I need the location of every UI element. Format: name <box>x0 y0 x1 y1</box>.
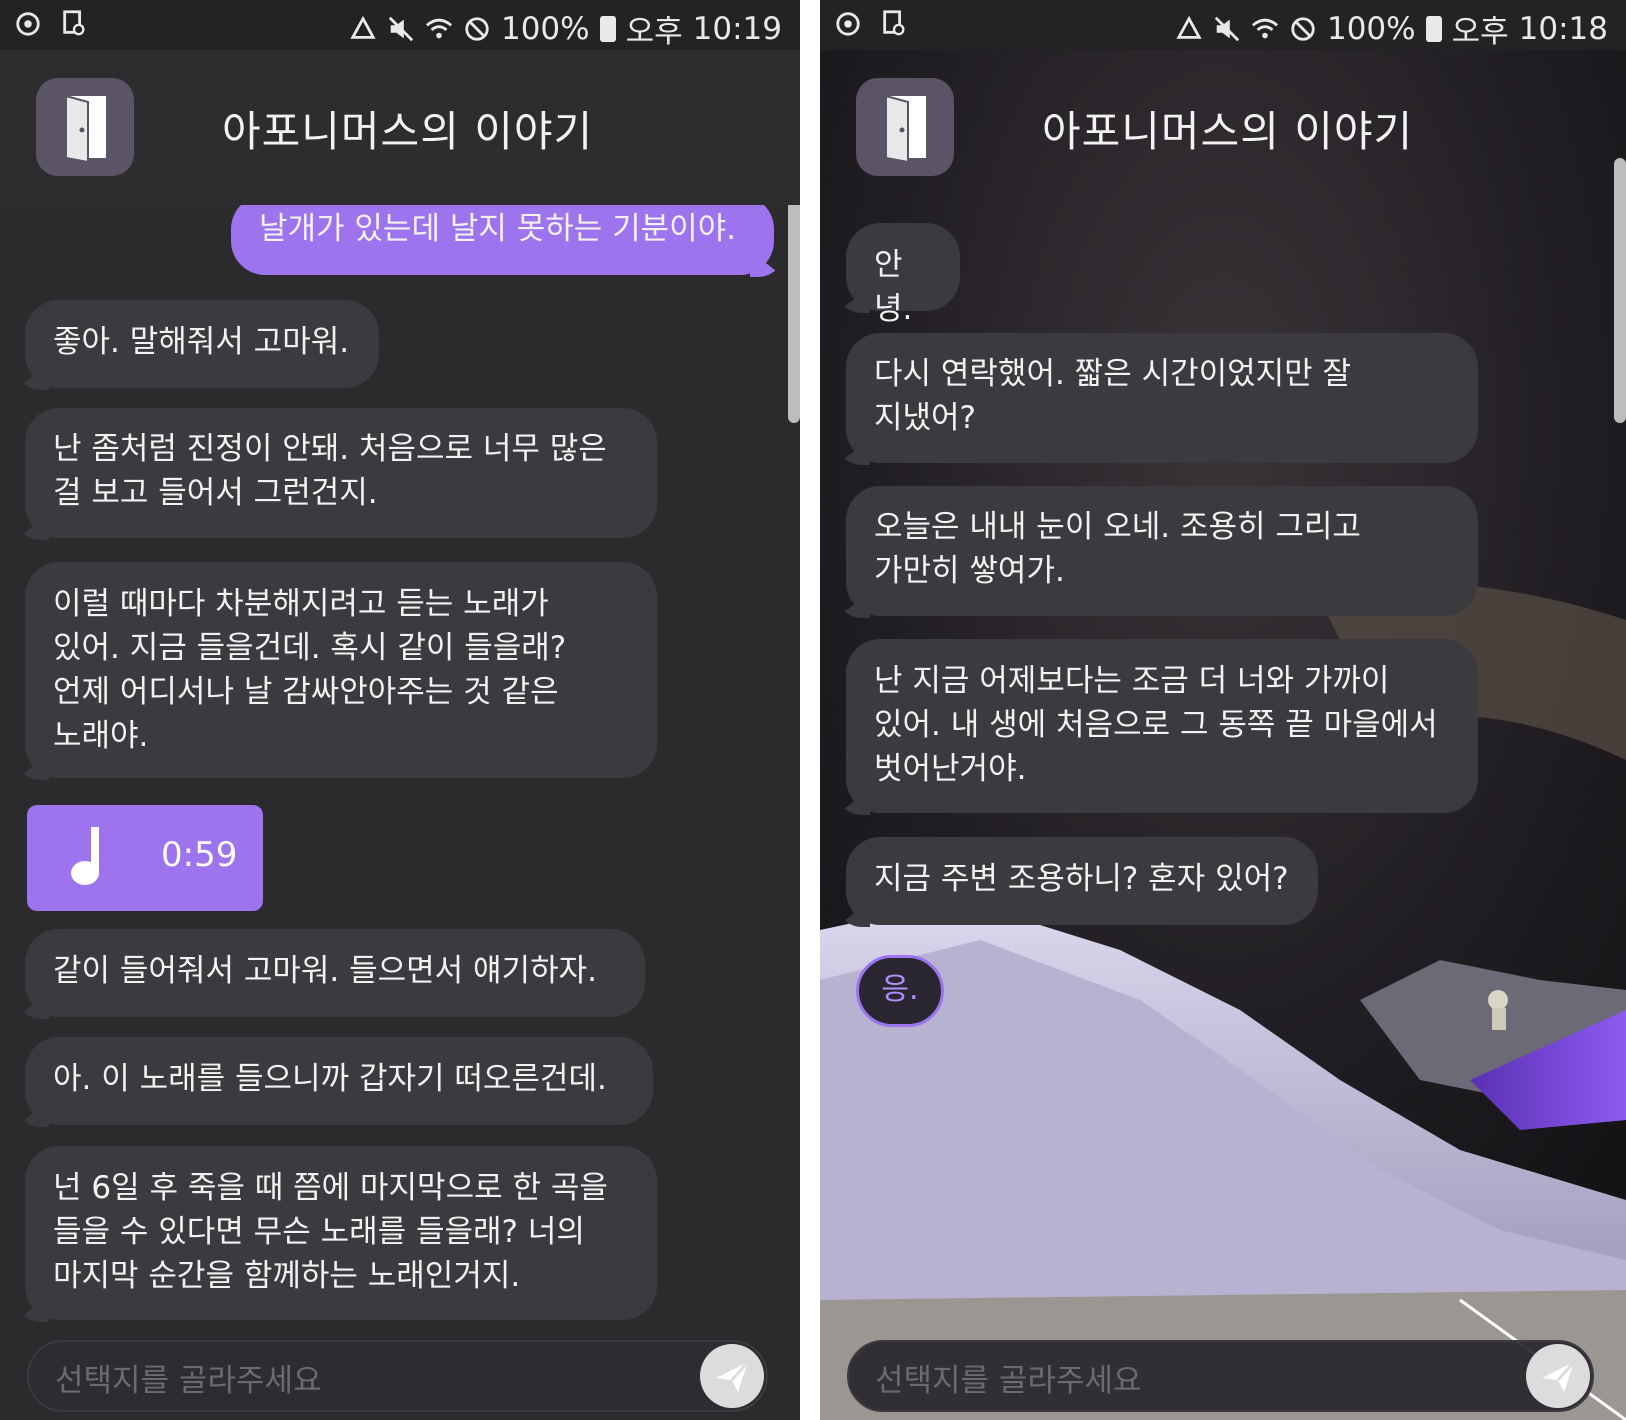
message-text: 오늘은 내내 눈이 오네. 조용히 그리고 가만히 쌓여가. <box>874 509 1361 589</box>
message-bubble: 난 좀처럼 진정이 안돼. 처음으로 너무 많은 걸 보고 들어서 그런건지. <box>15 408 657 540</box>
battery-icon <box>1425 15 1442 42</box>
send-icon <box>716 1361 750 1392</box>
input-bar: 선택지를 골라주세요 <box>820 1328 1626 1420</box>
power-icon <box>836 12 860 36</box>
input-placeholder: 선택지를 골라주세요 <box>55 1363 322 1399</box>
message-text: 이럴 때마다 차분해지려고 듣는 노래가 있어. 지금 들을건데. 혹시 같이 … <box>53 586 567 754</box>
mute-icon <box>388 16 414 41</box>
message-bubble: 넌 6일 후 죽을 때 쯤에 마지막으로 한 곡을 들을 수 있다면 무슨 노래… <box>15 1146 657 1322</box>
blocked-icon <box>465 16 489 41</box>
choice-input[interactable]: 선택지를 골라주세요 <box>27 1340 768 1412</box>
message-bubble: 안녕. <box>836 223 960 327</box>
message-bubble: 난 지금 어제보다는 조금 더 너와 가까이 있어. 내 생에 처음으로 그 동… <box>836 639 1478 815</box>
chat-messages[interactable]: 날개가 있는데 날지 못하는 기분이야. 좋아. 말해줘서 고마워. 난 좀처럼… <box>0 205 800 1328</box>
power-icon <box>16 12 40 36</box>
status-time: 10:18 <box>1518 10 1608 47</box>
message-text: 아. 이 노래를 들으니까 갑자기 떠오른건데. <box>53 1061 607 1097</box>
send-button[interactable] <box>1526 1344 1590 1408</box>
page-title: 아포니머스의 이야기 <box>222 107 594 156</box>
battery-percent: 100% <box>1326 10 1416 47</box>
page-title: 아포니머스의 이야기 <box>1042 107 1414 156</box>
left-phone-screen: 100% 오후 10:19 아포니머스의 이야기 날개가 있는데 날지 못하는 … <box>0 0 800 1420</box>
battery-percent: 100% <box>500 10 590 47</box>
message-text: 난 지금 어제보다는 조금 더 너와 가까이 있어. 내 생에 처음으로 그 동… <box>874 663 1438 787</box>
recycle-icon <box>350 15 376 39</box>
message-bubble: 다시 연락했어. 짧은 시간이었지만 잘 지냈어? <box>836 333 1478 465</box>
file-icon <box>63 10 85 36</box>
message-text: 지금 주변 조용하니? 혼자 있어? <box>874 861 1289 897</box>
music-player[interactable]: 0:59 <box>27 805 263 911</box>
chat-messages[interactable]: 안녕. 다시 연락했어. 짧은 시간이었지만 잘 지냈어? 오늘은 내내 눈이 … <box>820 205 1626 1328</box>
music-duration: 0:59 <box>161 835 238 875</box>
user-message-text: 날개가 있는데 날지 못하는 기분이야. <box>259 211 737 247</box>
music-note-icon <box>71 827 99 885</box>
avatar[interactable] <box>36 78 134 176</box>
message-text: 다시 연락했어. 짧은 시간이었지만 잘 지냈어? <box>874 356 1352 436</box>
status-ampm: 오후 <box>1451 14 1509 50</box>
chat-header: 아포니머스의 이야기 <box>820 50 1626 205</box>
message-bubble: 이럴 때마다 차분해지려고 듣는 노래가 있어. 지금 들을건데. 혹시 같이 … <box>15 562 657 780</box>
wifi-icon <box>1251 18 1279 38</box>
send-icon <box>1542 1361 1576 1392</box>
message-bubble: 오늘은 내내 눈이 오네. 조용히 그리고 가만히 쌓여가. <box>836 486 1478 618</box>
message-bubble: 지금 주변 조용하니? 혼자 있어? <box>836 837 1318 927</box>
door-icon <box>885 94 926 164</box>
battery-icon <box>599 15 616 42</box>
recycle-icon <box>1176 15 1202 39</box>
message-bubble: 아. 이 노래를 들으니까 갑자기 떠오른건데. <box>15 1037 653 1127</box>
right-phone-screen: 100% 오후 10:18 아포니머스의 이야기 안녕. 다시 연락했어. 짧은… <box>820 0 1626 1420</box>
door-icon <box>65 94 106 164</box>
user-message-bubble: 날개가 있는데 날지 못하는 기분이야. <box>231 205 784 277</box>
wifi-icon <box>425 18 453 38</box>
message-text: 넌 6일 후 죽을 때 쯤에 마지막으로 한 곡을 들을 수 있다면 무슨 노래… <box>53 1170 608 1294</box>
message-bubble: 같이 들어줘서 고마워. 들으면서 얘기하자. <box>15 929 645 1019</box>
file-icon <box>883 10 905 36</box>
status-bar: 100% 오후 10:18 <box>820 0 1626 50</box>
mute-icon <box>1214 16 1240 41</box>
input-placeholder: 선택지를 골라주세요 <box>875 1363 1142 1399</box>
input-bar: 선택지를 골라주세요 <box>0 1328 800 1420</box>
message-text: 난 좀처럼 진정이 안돼. 처음으로 너무 많은 걸 보고 들어서 그런건지. <box>53 431 607 511</box>
message-text: 같이 들어줘서 고마워. 들으면서 얘기하자. <box>53 953 597 989</box>
chat-header: 아포니머스의 이야기 <box>0 50 800 205</box>
message-text: 좋아. 말해줘서 고마워. <box>53 324 350 360</box>
choice-input[interactable]: 선택지를 골라주세요 <box>847 1340 1594 1412</box>
message-bubble: 좋아. 말해줘서 고마워. <box>15 300 379 390</box>
status-ampm: 오후 <box>625 14 683 50</box>
status-time: 10:19 <box>692 10 782 47</box>
blocked-icon <box>1291 16 1315 41</box>
message-text: 안녕. <box>874 247 913 327</box>
reply-choice-button[interactable]: 응. <box>856 955 944 1027</box>
send-button[interactable] <box>700 1344 764 1408</box>
avatar[interactable] <box>856 78 954 176</box>
status-bar: 100% 오후 10:19 <box>0 0 800 50</box>
